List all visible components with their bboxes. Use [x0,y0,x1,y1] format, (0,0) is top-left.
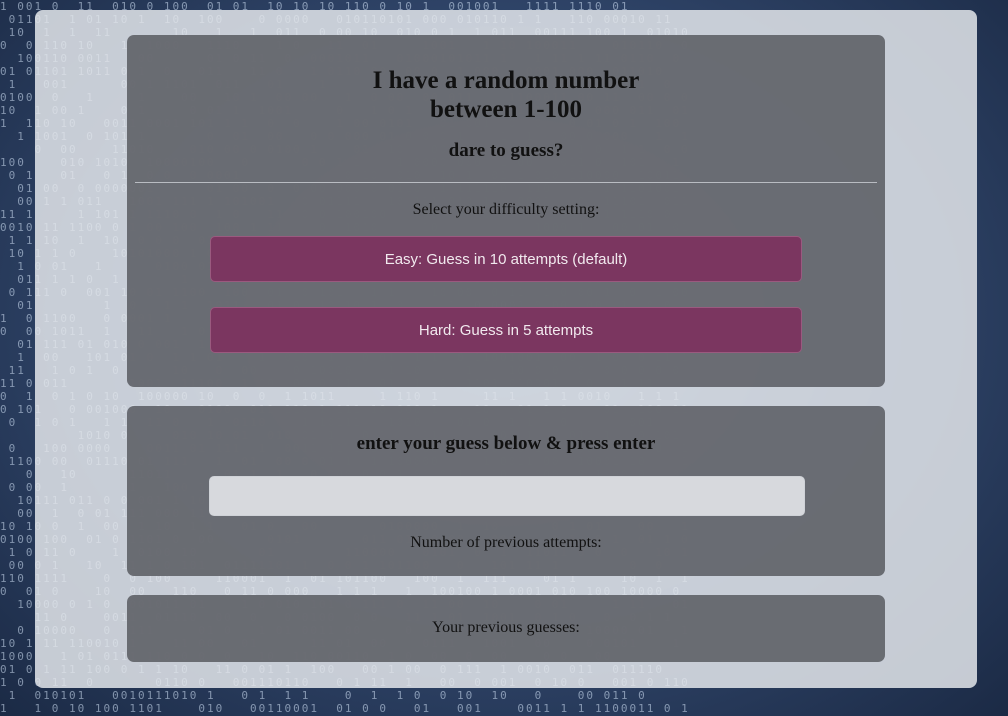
difficulty-label: Select your difficulty setting: [412,201,600,218]
guess-input[interactable] [209,476,805,516]
easy-difficulty-button[interactable]: Easy: Guess in 10 attempts (default) [210,236,802,282]
page-title: I have a random number between 1-100 [127,66,885,124]
attempts-label: Number of previous attempts: [410,534,602,551]
title-line-1: I have a random number [372,67,640,94]
binary-row: 1 010101 0010111010 1 0 1 1 1 0 1 1 0 0 … [0,689,690,702]
main-panel: I have a random number between 1-100 dar… [35,10,977,688]
intro-card: I have a random number between 1-100 dar… [127,35,885,387]
guess-heading: enter your guess below & press enter [356,433,656,454]
subtitle: dare to guess? [448,140,564,161]
previous-guesses-label: Your previous guesses: [432,619,580,636]
binary-row: 1 1 0 10 100 1101 010 00110001 01 0 0 01… [0,702,690,715]
guess-card: enter your guess below & press enter Num… [127,406,885,576]
title-line-2: between 1-100 [429,96,583,123]
previous-guesses-card: Your previous guesses: [127,595,885,662]
divider [135,182,877,183]
hard-difficulty-button[interactable]: Hard: Guess in 5 attempts [210,307,802,353]
